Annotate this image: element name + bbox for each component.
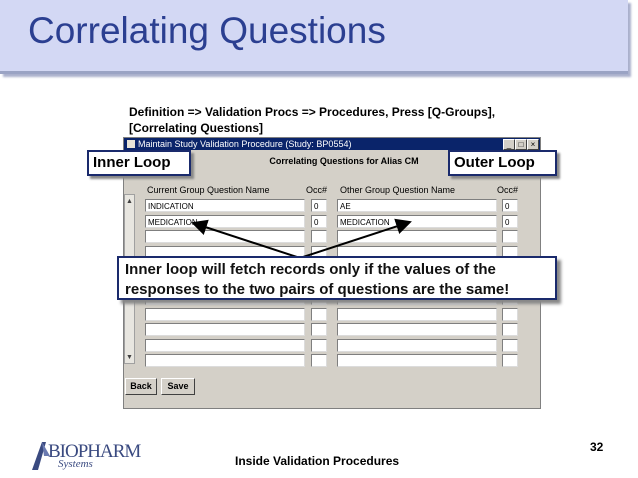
logo-subtitle: Systems [58,458,93,470]
explanation-line-2: responses to the two pairs of questions … [125,281,510,298]
arrow-to-current-question [191,219,301,259]
callout-arrows [191,218,412,259]
slide-footer: Inside Validation Procedures [235,454,400,468]
arrow-to-other-question [299,218,412,259]
page-number: 32 [590,440,604,454]
explanation-line-1: Inner loop will fetch records only if th… [125,261,496,278]
explanation-callout: Inner loop will fetch records only if th… [117,256,557,300]
